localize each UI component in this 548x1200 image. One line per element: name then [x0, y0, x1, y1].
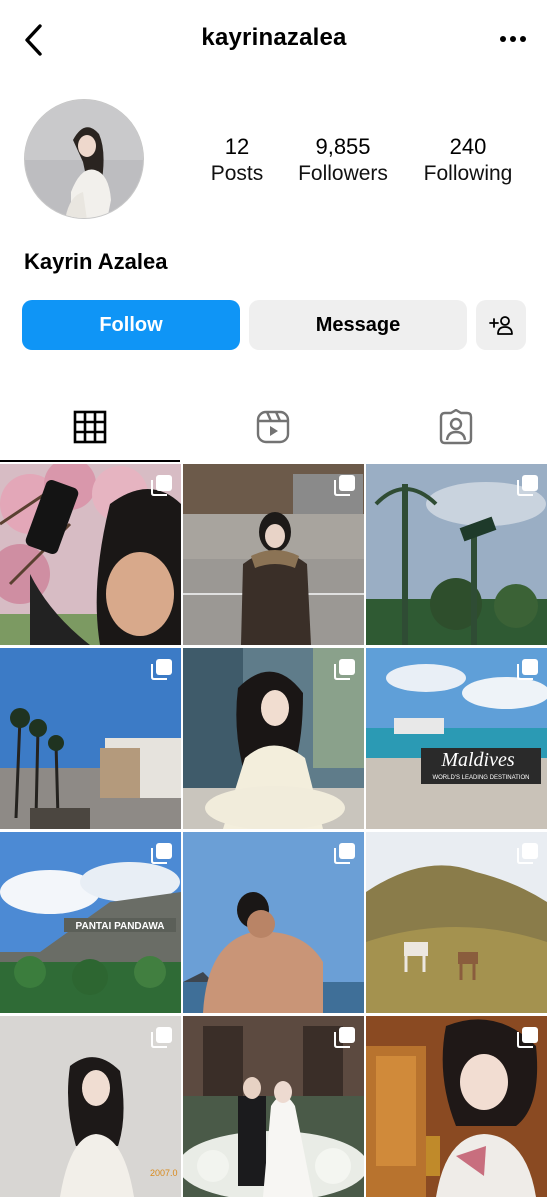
post-thumbnail[interactable] — [183, 648, 364, 829]
person-add-icon — [489, 316, 513, 335]
following-count: 240 — [449, 134, 487, 159]
grid-icon — [73, 410, 107, 444]
multiple-images-icon — [517, 1027, 538, 1048]
photo-date-stamp: 2007.0 — [150, 1168, 178, 1178]
tagged-person-icon — [439, 409, 473, 445]
posts-label: Posts — [210, 162, 264, 185]
multiple-images-icon — [517, 843, 538, 864]
suggested-users-button[interactable] — [476, 300, 526, 350]
multiple-images-icon — [334, 659, 355, 680]
more-horizontal-icon — [500, 36, 526, 42]
following-stat[interactable]: 240 Following — [413, 134, 523, 188]
multiple-images-icon — [517, 475, 538, 496]
profile-avatar[interactable] — [24, 99, 144, 219]
message-button[interactable]: Message — [249, 300, 467, 350]
avatar-photo — [25, 100, 143, 218]
posts-count: 12 — [224, 134, 250, 159]
multiple-images-icon — [151, 1027, 172, 1048]
post-thumbnail[interactable] — [366, 464, 547, 645]
sign-pantai-text: PANTAI PANDAWA — [76, 921, 165, 932]
post-thumbnail[interactable] — [0, 464, 181, 645]
reels-icon — [256, 410, 290, 444]
follow-button[interactable]: Follow — [22, 300, 240, 350]
followers-stat[interactable]: 9,855 Followers — [288, 134, 398, 188]
posts-stat[interactable]: 12 Posts — [197, 134, 277, 188]
multiple-images-icon — [151, 475, 172, 496]
post-thumbnail[interactable] — [183, 832, 364, 1013]
profile-tabs — [0, 392, 548, 462]
following-label: Following — [423, 162, 513, 185]
selected-tab-indicator — [0, 460, 180, 462]
followers-count: 9,855 — [315, 134, 371, 159]
profile-display-name: Kayrin Azalea — [24, 249, 168, 274]
followers-label: Followers — [298, 162, 388, 185]
post-thumbnail[interactable]: Maldives WORLD'S LEADING DESTINATION — [366, 648, 547, 829]
multiple-images-icon — [517, 659, 538, 680]
multiple-images-icon — [151, 659, 172, 680]
tab-posts-grid[interactable] — [0, 392, 180, 462]
multiple-images-icon — [151, 843, 172, 864]
post-thumbnail[interactable]: 2007.0 — [0, 1016, 181, 1197]
post-thumbnail[interactable]: PANTAI PANDAWA — [0, 832, 181, 1013]
post-thumbnail[interactable] — [183, 1016, 364, 1197]
posts-grid: Maldives WORLD'S LEADING DESTINATION PAN… — [0, 464, 548, 1200]
tab-tagged[interactable] — [366, 392, 546, 462]
post-thumbnail[interactable] — [183, 464, 364, 645]
multiple-images-icon — [334, 475, 355, 496]
post-thumbnail[interactable] — [366, 832, 547, 1013]
top-bar: kayrinazalea — [0, 0, 548, 80]
post-thumbnail[interactable] — [366, 1016, 547, 1197]
more-options-button[interactable] — [498, 24, 528, 54]
post-thumbnail[interactable] — [0, 648, 181, 829]
tab-reels[interactable] — [183, 392, 363, 462]
multiple-images-icon — [334, 843, 355, 864]
sign-maldives-subtext: WORLD'S LEADING DESTINATION — [432, 775, 529, 781]
sign-maldives-text: Maldives — [440, 749, 515, 771]
multiple-images-icon — [334, 1027, 355, 1048]
profile-username: kayrinazalea — [201, 24, 347, 51]
